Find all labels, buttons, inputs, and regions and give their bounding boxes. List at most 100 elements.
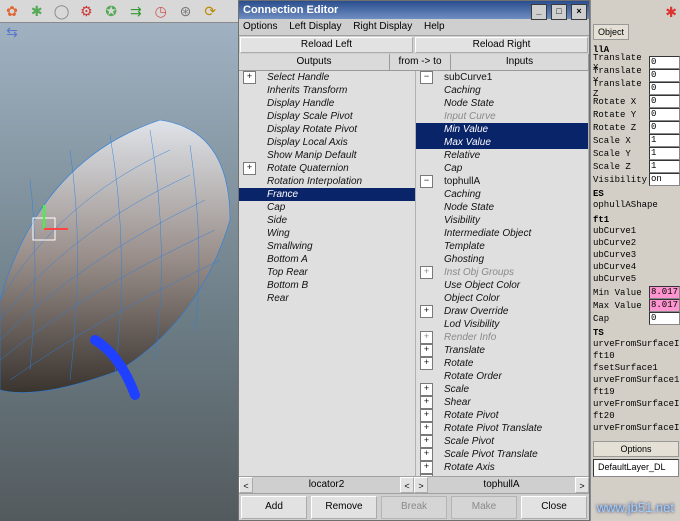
menu-right-display[interactable]: Right Display: [353, 21, 412, 32]
attribute-row[interactable]: +Draw Override: [416, 305, 588, 318]
shelf-icon[interactable]: ⊛: [175, 1, 195, 21]
channel-value[interactable]: 0: [649, 69, 680, 82]
shelf-icon[interactable]: ⇆: [2, 22, 22, 42]
shelf-icon[interactable]: ⚙: [76, 1, 96, 21]
menu-options[interactable]: Options: [243, 21, 277, 32]
expand-icon[interactable]: +: [243, 71, 256, 84]
menu-help[interactable]: Help: [424, 21, 445, 32]
output-node[interactable]: ft20: [593, 411, 680, 423]
expand-icon[interactable]: −: [420, 175, 433, 188]
channel-value[interactable]: 0: [649, 121, 680, 134]
maximize-icon[interactable]: □: [551, 4, 567, 20]
output-node[interactable]: ft10: [593, 351, 680, 363]
attribute-row[interactable]: Display Local Axis: [239, 136, 415, 149]
attribute-row[interactable]: Node State: [416, 201, 588, 214]
attribute-row[interactable]: Cap: [239, 201, 415, 214]
channel-value[interactable]: 0: [649, 56, 680, 69]
output-node[interactable]: ft19: [593, 387, 680, 399]
shelf-icon[interactable]: ✱: [27, 1, 47, 21]
expand-icon[interactable]: +: [420, 409, 433, 422]
channel-value[interactable]: 1: [649, 134, 680, 147]
menu-left-display[interactable]: Left Display: [289, 21, 341, 32]
attribute-row[interactable]: Bottom B: [239, 279, 415, 292]
minimize-icon[interactable]: _: [531, 4, 547, 20]
expand-icon[interactable]: +: [420, 396, 433, 409]
channel-value[interactable]: 1: [649, 160, 680, 173]
attribute-row[interactable]: Lod Visibility: [416, 318, 588, 331]
expand-icon[interactable]: +: [420, 448, 433, 461]
attribute-row[interactable]: +Shear: [416, 396, 588, 409]
expand-icon[interactable]: +: [420, 474, 433, 476]
input-node[interactable]: ubCurve1: [593, 226, 680, 238]
attribute-row[interactable]: +Rotate Pivot Translate: [416, 422, 588, 435]
expand-icon[interactable]: +: [420, 357, 433, 370]
output-node[interactable]: urveFromSurface1: [593, 375, 680, 387]
attribute-row[interactable]: Rotation Interpolation: [239, 175, 415, 188]
attribute-row[interactable]: Max Value: [416, 136, 588, 149]
channel-value[interactable]: 8.017: [649, 286, 680, 299]
channel-value[interactable]: 0: [649, 95, 680, 108]
attribute-row[interactable]: +Select Handle: [239, 71, 415, 84]
attribute-row[interactable]: Intermediate Object: [416, 227, 588, 240]
channel-value[interactable]: 0: [649, 312, 680, 325]
output-node[interactable]: urveFromSurfaceIso9: [593, 423, 680, 435]
attribute-row[interactable]: Display Rotate Pivot: [239, 123, 415, 136]
attribute-row[interactable]: +Rotate Axis: [416, 461, 588, 474]
attribute-row[interactable]: +Render Info: [416, 331, 588, 344]
attribute-row[interactable]: +Scale Pivot Translate: [416, 448, 588, 461]
attribute-row[interactable]: +Scale Pivot: [416, 435, 588, 448]
outputs-pane[interactable]: +Select HandleInherits TransformDisplay …: [239, 71, 416, 476]
shelf-icon[interactable]: ✪: [101, 1, 121, 21]
attribute-row[interactable]: +Rotate Pivot: [416, 409, 588, 422]
output-node[interactable]: fsetSurface1: [593, 363, 680, 375]
channel-value[interactable]: 8.017: [649, 299, 680, 312]
attribute-row[interactable]: +Scale: [416, 383, 588, 396]
attribute-row[interactable]: +Translate: [416, 344, 588, 357]
expand-icon[interactable]: +: [243, 162, 256, 175]
attribute-row[interactable]: Template: [416, 240, 588, 253]
output-node[interactable]: urveFromSurfaceIso1: [593, 399, 680, 411]
attribute-row[interactable]: +Rotate Quaternion: [239, 162, 415, 175]
attribute-row[interactable]: Caching: [416, 188, 588, 201]
attribute-row[interactable]: France: [239, 188, 415, 201]
channel-value[interactable]: 0: [649, 82, 680, 95]
expand-icon[interactable]: +: [420, 422, 433, 435]
attribute-row[interactable]: Side: [239, 214, 415, 227]
expand-icon[interactable]: +: [420, 435, 433, 448]
close-icon[interactable]: ×: [571, 4, 587, 20]
attribute-row[interactable]: +Inst Obj Groups: [416, 266, 588, 279]
prev-node-button[interactable]: <: [239, 477, 253, 493]
expand-icon[interactable]: +: [420, 383, 433, 396]
inputs-pane[interactable]: −subCurve1CachingNode StateInput CurveMi…: [416, 71, 589, 476]
expand-icon[interactable]: +: [420, 305, 433, 318]
attribute-row[interactable]: Inherits Transform: [239, 84, 415, 97]
shape-name[interactable]: ophullAShape: [593, 200, 680, 212]
attribute-row[interactable]: Relative: [416, 149, 588, 162]
break-button[interactable]: Break: [381, 496, 447, 519]
add-button[interactable]: Add: [241, 496, 307, 519]
input-node[interactable]: ubCurve4: [593, 262, 680, 274]
attribute-row[interactable]: Smallwing: [239, 240, 415, 253]
expand-icon[interactable]: +: [420, 266, 433, 279]
attribute-row[interactable]: +Rotate: [416, 357, 588, 370]
attribute-row[interactable]: −tophullA: [416, 175, 588, 188]
shelf-icon[interactable]: ✿: [2, 1, 22, 21]
attribute-row[interactable]: Display Scale Pivot: [239, 110, 415, 123]
attribute-row[interactable]: Display Handle: [239, 97, 415, 110]
attribute-row[interactable]: Rear: [239, 292, 415, 305]
output-node[interactable]: urveFromSurfaceIso3: [593, 339, 680, 351]
shelf-icon[interactable]: ◷: [151, 1, 171, 21]
attribute-row[interactable]: Use Object Color: [416, 279, 588, 292]
expand-icon[interactable]: +: [420, 461, 433, 474]
attribute-row[interactable]: Show Manip Default: [239, 149, 415, 162]
channel-value[interactable]: on: [649, 173, 680, 186]
next-node-button[interactable]: >: [575, 477, 589, 493]
expand-icon[interactable]: +: [420, 331, 433, 344]
shelf-icon[interactable]: ⟳: [200, 1, 220, 21]
window-titlebar[interactable]: Connection Editor _ □ ×: [239, 1, 589, 19]
attribute-row[interactable]: Ghosting: [416, 253, 588, 266]
shelf-icon[interactable]: ◯: [52, 1, 72, 21]
input-node[interactable]: ubCurve2: [593, 238, 680, 250]
channel-value[interactable]: 1: [649, 147, 680, 160]
options-bar[interactable]: Options: [593, 441, 679, 457]
